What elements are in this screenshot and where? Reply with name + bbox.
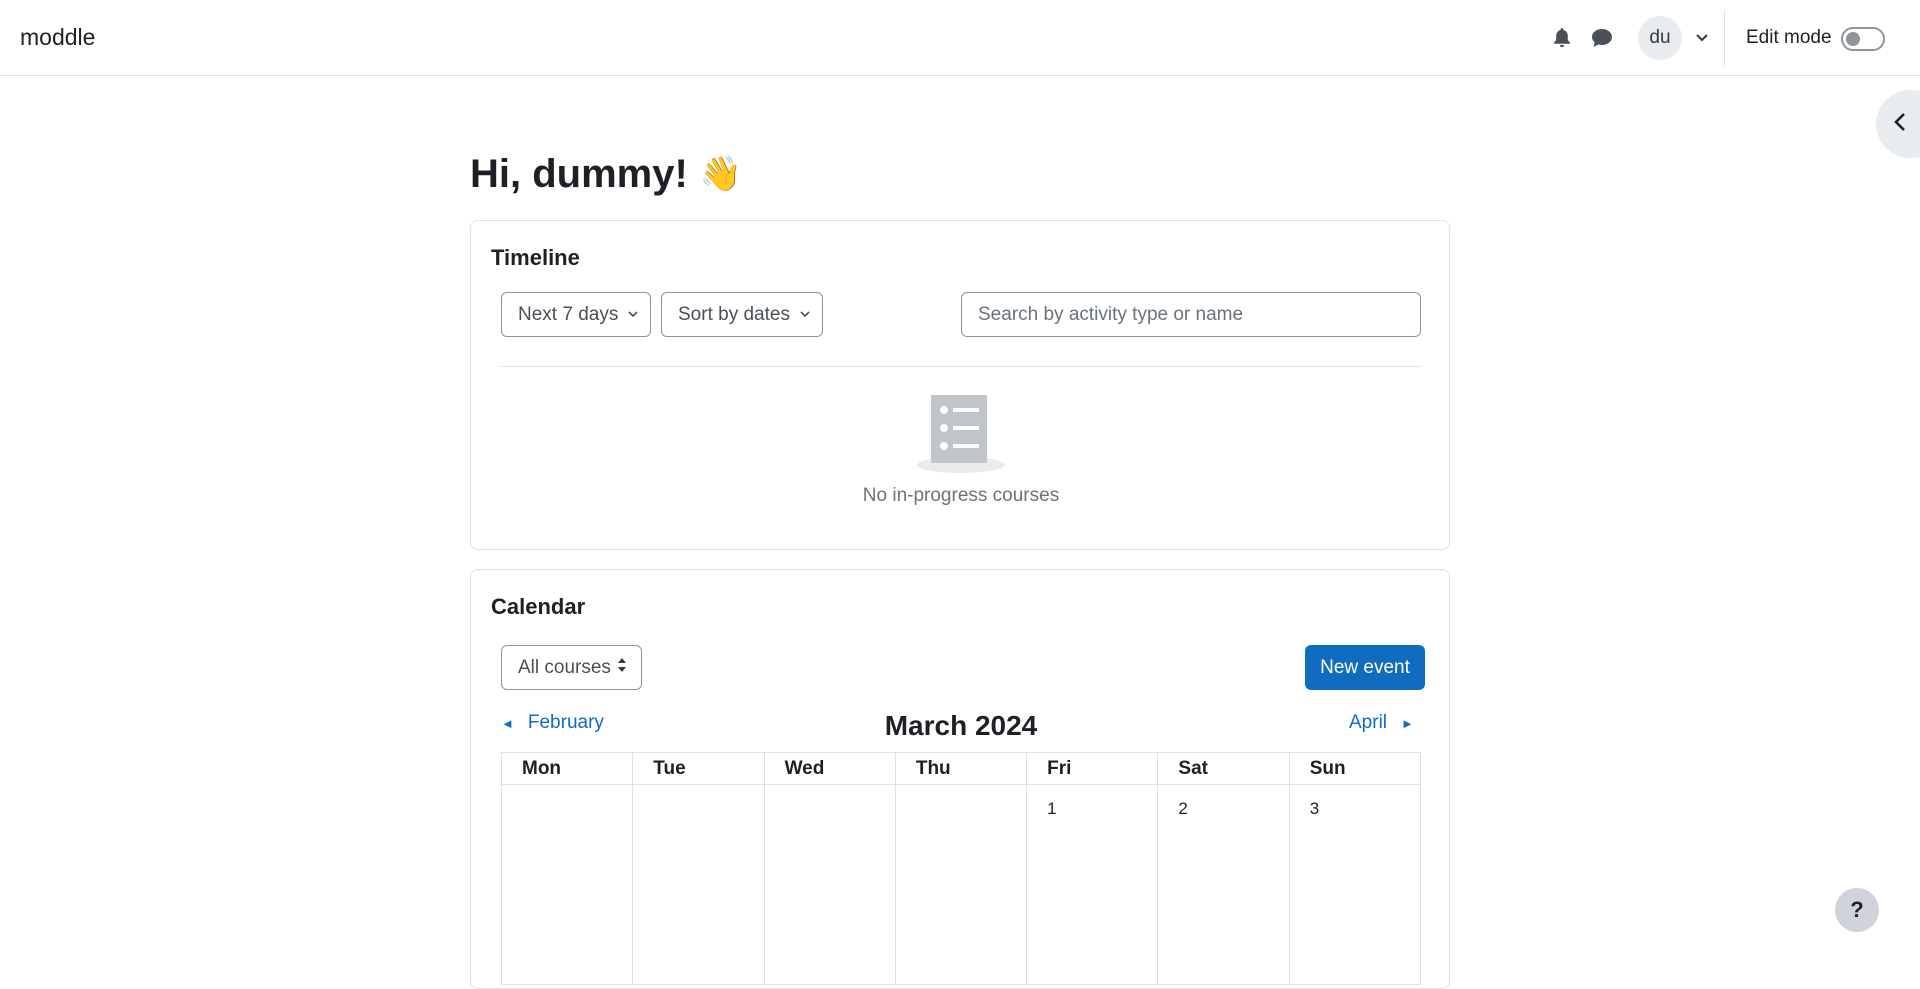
- course-filter-select[interactable]: All courses: [501, 645, 642, 690]
- chevron-down-icon: [628, 311, 638, 318]
- sort-label: Sort by dates: [678, 303, 790, 325]
- user-menu-toggle[interactable]: du: [1638, 16, 1710, 60]
- calendar-day-cell[interactable]: [632, 784, 765, 985]
- next-month-link[interactable]: April ►: [1349, 712, 1414, 734]
- help-button[interactable]: ?: [1835, 888, 1879, 932]
- weekday-header: Wed: [763, 752, 896, 785]
- calendar-day-cell[interactable]: [500, 784, 634, 985]
- calendar-block: Calendar All courses New event ◄ Februar…: [470, 569, 1450, 989]
- calendar-day-cell[interactable]: [763, 784, 896, 985]
- page-title: Hi, dummy! 👋: [470, 152, 742, 197]
- timeline-block: Timeline Next 7 days Sort by dates No in…: [470, 220, 1450, 550]
- bell-icon[interactable]: [1548, 24, 1576, 52]
- weekday-header: Fri: [1026, 752, 1159, 785]
- avatar[interactable]: du: [1638, 16, 1682, 60]
- top-navbar: moddle du Edit mode: [0, 0, 1920, 76]
- empty-list-icon: [915, 393, 1007, 473]
- greeting-text: Hi, dummy!: [470, 152, 688, 196]
- arrow-right-icon: ►: [1401, 715, 1414, 731]
- current-month-title: March 2024: [884, 710, 1038, 741]
- weekday-header-row: Mon Tue Wed Thu Fri Sat Sun: [500, 752, 1422, 785]
- chevron-left-icon: [1894, 112, 1906, 137]
- weekday-header: Mon: [500, 752, 634, 785]
- timeline-title: Timeline: [491, 245, 580, 270]
- calendar-day-cell[interactable]: [894, 784, 1028, 985]
- timeline-day-filter-dropdown[interactable]: Next 7 days: [501, 292, 651, 337]
- navbar-divider: [1724, 10, 1725, 66]
- sort-arrows-icon: [617, 657, 627, 679]
- calendar-day-cell[interactable]: 2: [1157, 784, 1290, 985]
- empty-state-text: No in-progress courses: [862, 485, 1060, 506]
- day-filter-label: Next 7 days: [518, 303, 619, 325]
- weekday-header: Thu: [894, 752, 1028, 785]
- toggle-knob: [1846, 32, 1860, 46]
- site-brand-link[interactable]: moddle: [20, 24, 95, 51]
- chat-icon[interactable]: [1588, 24, 1616, 52]
- help-icon: ?: [1850, 897, 1864, 922]
- open-drawer-button[interactable]: [1876, 90, 1920, 158]
- calendar-day-cell[interactable]: 3: [1288, 784, 1422, 985]
- edit-mode-label: Edit mode: [1746, 27, 1832, 48]
- calendar-day-cell[interactable]: 1: [1026, 784, 1159, 985]
- new-event-button[interactable]: New event: [1305, 645, 1425, 690]
- weekday-header: Tue: [632, 752, 765, 785]
- chevron-down-icon[interactable]: [1696, 31, 1710, 45]
- next-month-label: April: [1349, 712, 1388, 733]
- weekday-header: Sat: [1157, 752, 1290, 785]
- calendar-month-grid: Mon Tue Wed Thu Fri Sat Sun 1 2 3: [500, 752, 1422, 985]
- waving-hand-icon: 👋: [699, 155, 743, 193]
- timeline-search-input[interactable]: [961, 292, 1421, 337]
- chevron-down-icon: [800, 311, 810, 318]
- timeline-sort-dropdown[interactable]: Sort by dates: [661, 292, 823, 337]
- timeline-divider: [501, 366, 1421, 367]
- course-filter-value: All courses: [518, 656, 611, 678]
- weekday-header: Sun: [1288, 752, 1422, 785]
- calendar-title: Calendar: [491, 594, 586, 619]
- edit-mode-toggle[interactable]: [1841, 27, 1885, 51]
- calendar-week-row: 1 2 3: [500, 784, 1422, 985]
